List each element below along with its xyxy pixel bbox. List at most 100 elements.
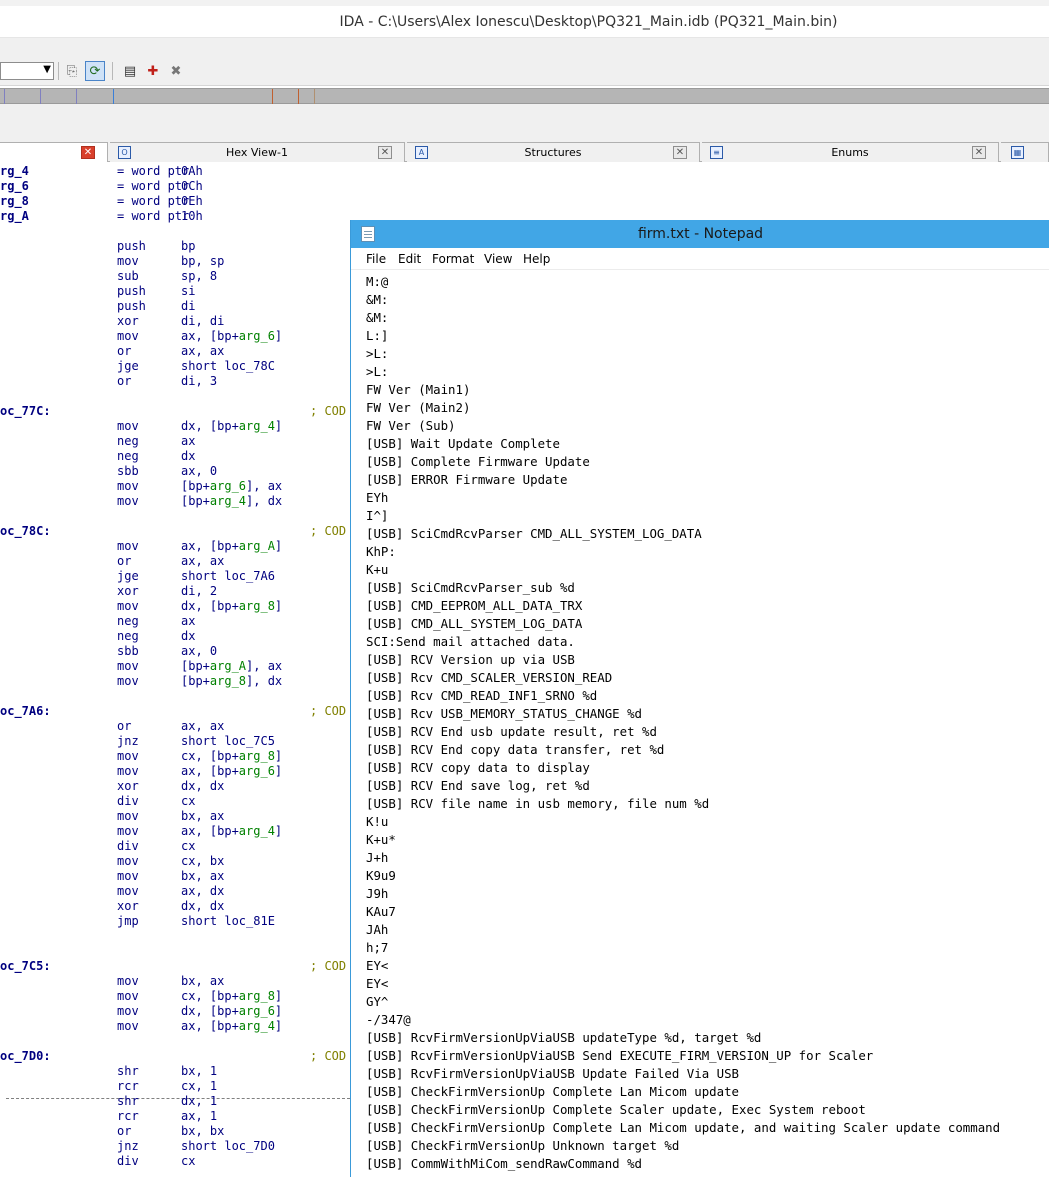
breakpoint-remove-icon[interactable]: ✖: [166, 61, 186, 81]
asm-line[interactable]: rg_8 = word ptr 0Eh: [0, 194, 350, 209]
asm-line[interactable]: mov cx, bx: [0, 854, 350, 869]
asm-operands: dx, [bp+arg_8]: [181, 599, 283, 613]
asm-line[interactable]: mov ax, [bp+arg_4]: [0, 1019, 350, 1034]
asm-line[interactable]: mov dx, [bp+arg_8]: [0, 599, 350, 614]
asm-line[interactable]: push si: [0, 284, 350, 299]
asm-line[interactable]: div cx: [0, 794, 350, 809]
asm-line[interactable]: xor dx, dx: [0, 899, 350, 914]
asm-line[interactable]: neg ax: [0, 614, 350, 629]
asm-line[interactable]: xor di, 2: [0, 584, 350, 599]
asm-line[interactable]: [0, 689, 350, 704]
asm-line[interactable]: [0, 1034, 350, 1049]
asm-line[interactable]: rg_A = word ptr 10h: [0, 209, 350, 224]
asm-operands: bx, bx: [181, 1124, 225, 1138]
text-line: SCI:Send mail attached data.: [366, 634, 575, 649]
text-line: [USB] CheckFirmVersionUp Complete Scaler…: [366, 1102, 866, 1117]
asm-operands: bx, ax: [181, 809, 225, 823]
asm-line[interactable]: or ax, ax: [0, 344, 350, 359]
asm-line[interactable]: [0, 224, 350, 239]
asm-line[interactable]: [0, 509, 350, 524]
asm-line[interactable]: mov ax, [bp+arg_6]: [0, 329, 350, 344]
close-icon[interactable]: ✕: [378, 146, 392, 159]
asm-mnemonic: or: [117, 719, 132, 733]
notepad-titlebar[interactable]: firm.txt - Notepad: [351, 220, 1049, 248]
asm-line[interactable]: or ax, ax: [0, 554, 350, 569]
asm-line[interactable]: neg dx: [0, 449, 350, 464]
tab-ida-view[interactable]: ✕: [0, 142, 108, 162]
asm-line[interactable]: shr dx, 1: [0, 1094, 350, 1109]
menu-view[interactable]: View: [484, 252, 512, 266]
asm-line[interactable]: [0, 389, 350, 404]
asm-line[interactable]: mov cx, [bp+arg_8]: [0, 749, 350, 764]
asm-line[interactable]: mov bx, ax: [0, 869, 350, 884]
asm-line[interactable]: oc_7A6: ; COD: [0, 704, 350, 719]
asm-line[interactable]: [0, 944, 350, 959]
asm-line[interactable]: mov [bp+arg_4], dx: [0, 494, 350, 509]
asm-line[interactable]: mov dx, [bp+arg_4]: [0, 419, 350, 434]
asm-line[interactable]: jmp short loc_81E: [0, 914, 350, 929]
asm-line[interactable]: div cx: [0, 839, 350, 854]
menu-file[interactable]: File: [366, 252, 386, 266]
asm-line[interactable]: oc_7C5: ; COD: [0, 959, 350, 974]
asm-line[interactable]: mov ax, dx: [0, 884, 350, 899]
asm-line[interactable]: sbb ax, 0: [0, 464, 350, 479]
asm-line[interactable]: [0, 929, 350, 944]
asm-line[interactable]: jge short loc_78C: [0, 359, 350, 374]
asm-line[interactable]: push bp: [0, 239, 350, 254]
disassembly-listing[interactable]: rg_4 = word ptr 0Ah rg_6 = word ptr 0Ch rg_8 = …: [0, 163, 350, 1177]
asm-line[interactable]: rg_4 = word ptr 0Ah: [0, 164, 350, 179]
asm-line[interactable]: div cx: [0, 1154, 350, 1169]
asm-line[interactable]: mov [bp+arg_A], ax: [0, 659, 350, 674]
toolbar-combo[interactable]: ▼: [0, 62, 54, 80]
asm-line[interactable]: or ax, ax: [0, 719, 350, 734]
tab-hex-view[interactable]: O Hex View-1 ✕: [110, 142, 405, 162]
list-icon[interactable]: ▤: [120, 61, 140, 81]
asm-line[interactable]: oc_78C: ; COD: [0, 524, 350, 539]
asm-line[interactable]: shr bx, 1: [0, 1064, 350, 1079]
navigation-band[interactable]: [0, 88, 1049, 105]
asm-line[interactable]: mov ax, [bp+arg_6]: [0, 764, 350, 779]
asm-line[interactable]: or di, 3: [0, 374, 350, 389]
asm-line[interactable]: xor dx, dx: [0, 779, 350, 794]
menu-edit[interactable]: Edit: [398, 252, 421, 266]
asm-line[interactable]: jge short loc_7A6: [0, 569, 350, 584]
asm-line[interactable]: rcr cx, 1: [0, 1079, 350, 1094]
asm-line[interactable]: or bx, bx: [0, 1124, 350, 1139]
text-line: [USB] RCV file name in usb memory, file …: [366, 796, 710, 811]
text-line: KhP:: [366, 544, 396, 559]
asm-line[interactable]: mov bx, ax: [0, 809, 350, 824]
asm-line[interactable]: mov bx, ax: [0, 974, 350, 989]
asm-line[interactable]: oc_7D0: ; COD: [0, 1049, 350, 1064]
asm-line[interactable]: rcr ax, 1: [0, 1109, 350, 1124]
menu-help[interactable]: Help: [523, 252, 550, 266]
asm-line[interactable]: mov dx, [bp+arg_6]: [0, 1004, 350, 1019]
breakpoint-add-icon[interactable]: ✚: [143, 61, 163, 81]
asm-line[interactable]: mov bp, sp: [0, 254, 350, 269]
asm-line[interactable]: mov [bp+arg_6], ax: [0, 479, 350, 494]
asm-line[interactable]: xor di, di: [0, 314, 350, 329]
asm-line[interactable]: push di: [0, 299, 350, 314]
notepad-text-area[interactable]: M:@ &M: &M: L:] >L: >L: FW Ver (Main1) FW Ver (…: [366, 273, 1049, 1177]
asm-line[interactable]: rg_6 = word ptr 0Ch: [0, 179, 350, 194]
asm-line[interactable]: sbb ax, 0: [0, 644, 350, 659]
asm-line[interactable]: neg ax: [0, 434, 350, 449]
tab-enums[interactable]: ≡ Enums ✕: [702, 142, 999, 162]
close-icon[interactable]: ✕: [673, 146, 687, 159]
close-icon[interactable]: ✕: [81, 146, 95, 159]
menu-format[interactable]: Format: [432, 252, 474, 266]
asm-line[interactable]: jnz short loc_7C5: [0, 734, 350, 749]
step-into-icon[interactable]: ⟳: [85, 61, 105, 81]
asm-line[interactable]: neg dx: [0, 629, 350, 644]
asm-line[interactable]: oc_77C: ; COD: [0, 404, 350, 419]
step-over-icon[interactable]: ⎘: [62, 61, 82, 81]
asm-line[interactable]: mov ax, [bp+arg_A]: [0, 539, 350, 554]
close-icon[interactable]: ✕: [972, 146, 986, 159]
asm-line[interactable]: mov ax, [bp+arg_4]: [0, 824, 350, 839]
asm-line[interactable]: mov [bp+arg_8], dx: [0, 674, 350, 689]
asm-line[interactable]: sub sp, 8: [0, 269, 350, 284]
asm-line[interactable]: mov cx, [bp+arg_8]: [0, 989, 350, 1004]
tab-structures[interactable]: A Structures ✕: [407, 142, 700, 162]
asm-mnemonic: mov: [117, 419, 139, 433]
tab-imports[interactable]: ▦: [1001, 142, 1049, 162]
asm-line[interactable]: jnz short loc_7D0: [0, 1139, 350, 1154]
